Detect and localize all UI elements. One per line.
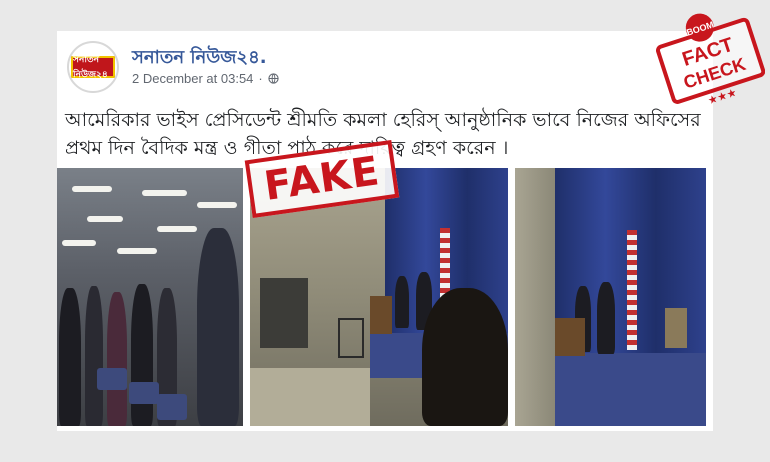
post-timestamp[interactable]: 2 December at 03:54	[132, 71, 253, 86]
video-frame-podium	[515, 168, 706, 426]
video-frame-audience	[57, 168, 243, 426]
avatar-logo: সনাতন নিউজ২৪	[71, 55, 115, 80]
dot-separator: ·	[258, 71, 263, 86]
post-media[interactable]	[57, 168, 713, 426]
fact-check-stamp: BOOM FACT CHECK ★★★	[655, 13, 765, 107]
facebook-post-card: সনাতন নিউজ২৪ সনাতন নিউজ২৪. 2 December at…	[57, 31, 713, 431]
page-avatar[interactable]: সনাতন নিউজ২৪	[67, 41, 119, 93]
globe-icon[interactable]	[268, 73, 279, 84]
post-meta: 2 December at 03:54 ·	[132, 71, 279, 86]
page-name-link[interactable]: সনাতন নিউজ২৪.	[132, 43, 267, 74]
